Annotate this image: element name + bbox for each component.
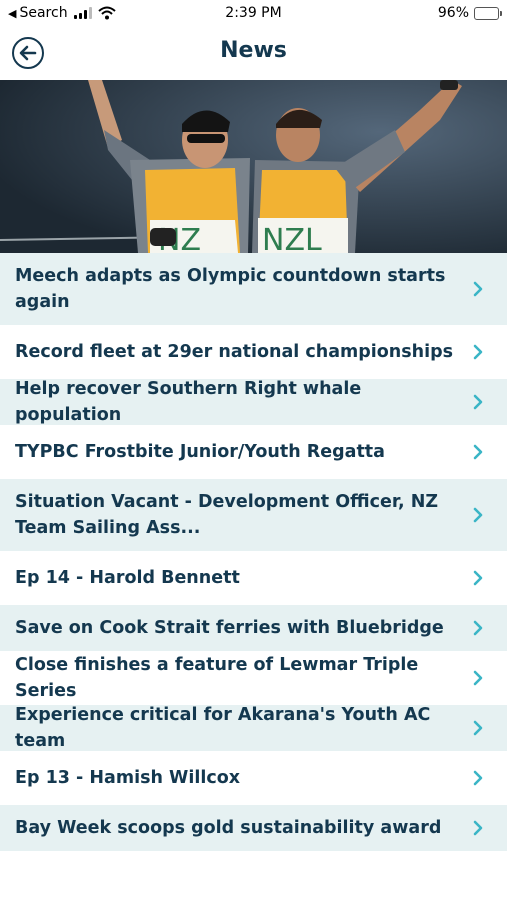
chevron-right-icon [473,507,483,523]
battery-percent: 96% [437,5,469,21]
chevron-right-icon [473,444,483,460]
nav-bar: News [0,28,507,78]
news-list-item[interactable]: Meech adapts as Olympic countdown starts… [0,253,507,329]
chevron-right-icon [473,570,483,586]
news-item-title: Ep 13 - Hamish Willcox [15,768,241,788]
news-item-title: Ep 14 - Harold Bennett [15,568,240,588]
news-item-title: Bay Week scoops gold sustainability awar… [15,818,442,838]
chevron-right-icon [473,281,483,297]
status-bar: ◀ Search 2:39 PM 96% ⚡ [0,0,507,28]
chevron-right-icon [473,394,483,410]
news-list-item[interactable]: Record fleet at 29er national championsh… [0,329,507,379]
news-list-item[interactable]: Close finishes a feature of Lewmar Tripl… [0,655,507,705]
news-item-title: TYPBC Frostbite Junior/Youth Regatta [15,442,385,462]
hero-image[interactable]: NZ NZL [0,80,507,253]
news-item-title: Experience critical for Akarana's Youth … [15,705,431,751]
chevron-right-icon [473,344,483,360]
chevron-right-icon [473,620,483,636]
chevron-right-icon [473,770,483,786]
news-item-title: Help recover Southern Right whale popula… [15,379,362,425]
page-title: News [220,38,287,63]
clock: 2:39 PM [225,5,282,21]
news-list-item[interactable]: Ep 14 - Harold Bennett [0,555,507,605]
sailors-celebrating-photo: NZ NZL [0,80,507,253]
news-list-item[interactable]: Ep 13 - Hamish Willcox [0,755,507,805]
news-item-title: Record fleet at 29er national championsh… [15,342,454,362]
news-list-item[interactable]: Save on Cook Strait ferries with Bluebri… [0,605,507,655]
news-list: Meech adapts as Olympic countdown starts… [0,253,507,855]
news-list-item[interactable]: Situation Vacant - Development Officer, … [0,479,507,555]
battery-icon: ⚡ [474,6,502,20]
news-list-item[interactable]: Experience critical for Akarana's Youth … [0,705,507,755]
chevron-right-icon [473,670,483,686]
news-item-title: Meech adapts as Olympic countdown starts… [15,266,446,312]
news-item-title: Save on Cook Strait ferries with Bluebri… [15,618,444,638]
chevron-right-icon [473,720,483,736]
news-list-item[interactable]: TYPBC Frostbite Junior/Youth Regatta [0,429,507,479]
news-list-item[interactable]: Bay Week scoops gold sustainability awar… [0,805,507,855]
jersey-right-text: NZL [262,223,322,253]
news-item-title: Situation Vacant - Development Officer, … [15,492,439,538]
news-item-title: Close finishes a feature of Lewmar Tripl… [15,655,419,701]
battery-status: 96% ⚡ [437,5,502,21]
chevron-right-icon [473,820,483,836]
news-list-item[interactable]: Help recover Southern Right whale popula… [0,379,507,429]
